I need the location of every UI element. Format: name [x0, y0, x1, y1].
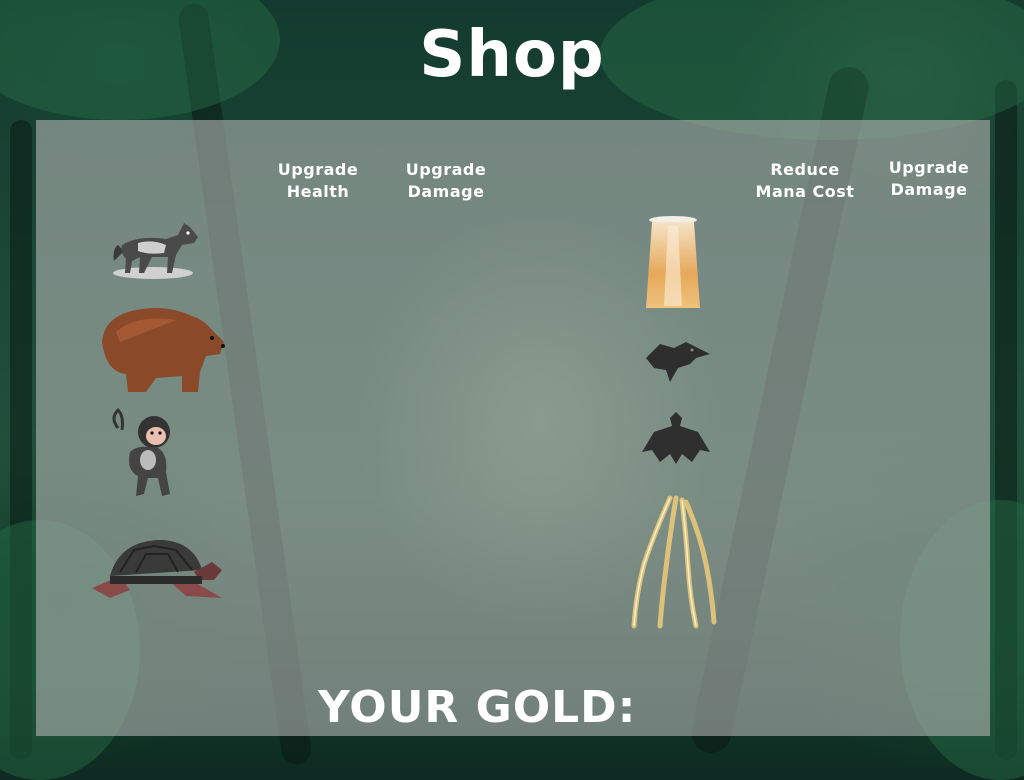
bear-icon[interactable]: [96, 302, 228, 394]
header-upgrade-damage-left: Upgrade Damage: [405, 160, 487, 201]
header-upgrade-damage-right: Upgrade Damage: [888, 158, 970, 199]
gold-label: YOUR GOLD:: [318, 682, 637, 733]
header-upgrade-health: Upgrade Health: [277, 160, 359, 201]
crow-icon[interactable]: [640, 330, 712, 386]
monkey-icon[interactable]: [108, 407, 184, 500]
bat-icon[interactable]: [640, 406, 712, 468]
wolf-icon[interactable]: [108, 215, 202, 287]
light-beam-spell-icon[interactable]: [644, 216, 702, 310]
lightning-claw-spell-icon[interactable]: [624, 494, 720, 632]
header-reduce-mana-cost: Reduce Mana Cost: [755, 160, 855, 201]
shop-title: Shop: [419, 18, 605, 92]
turtle-icon[interactable]: [90, 532, 228, 602]
